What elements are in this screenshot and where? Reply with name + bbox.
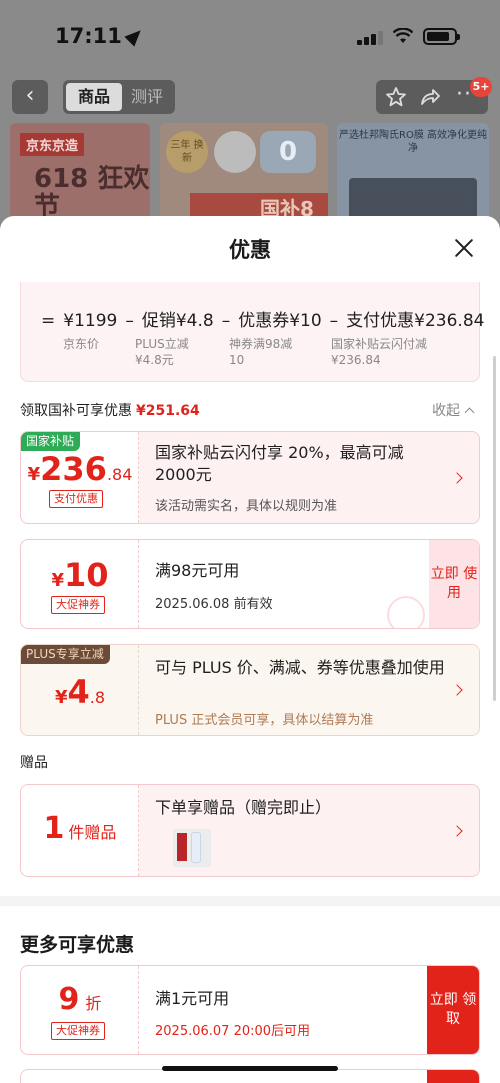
banner-tag: 京东京造 — [20, 133, 85, 156]
pay-label: 国家补贴云闪付减 ¥236.84 — [331, 337, 428, 367]
gift-detail: 下单享赠品（赠完即止） — [139, 785, 479, 876]
subsidy-tag: 国家补贴 — [21, 432, 81, 451]
subsidy-note: 该活动需实名，具体以规则为准 — [155, 499, 338, 514]
price-label: 京东价 — [63, 337, 100, 351]
plus-title: 可与 PLUS 价、满减、券等优惠叠加使用 — [155, 658, 445, 677]
discount-title: 满1元可用 — [155, 989, 230, 1008]
collapse-toggle[interactable]: 收起 — [432, 400, 475, 420]
badge-zero: 0 — [260, 131, 316, 173]
subsidy-amount: ¥236.84 — [27, 450, 133, 488]
claim-coupon-button[interactable]: 立即 领取 — [427, 966, 479, 1054]
section-divider — [0, 896, 500, 906]
tab-review[interactable]: 测评 — [122, 83, 172, 111]
discount-detail: 满1元可用 2025.06.07 20:00后可用 立即 领取 — [139, 966, 479, 1054]
chevron-right-icon — [451, 684, 463, 696]
plus-card[interactable]: ¥4.8 可与 PLUS 价、满减、券等优惠叠加使用 PLUS 正式会员可享，具… — [20, 644, 480, 736]
discount-time: 2025.06.07 20:00后可用 — [155, 1024, 311, 1039]
plus-detail: 可与 PLUS 价、满减、券等优惠叠加使用 PLUS 正式会员可享，具体以结算为… — [139, 645, 479, 735]
coupon-label: 大促神券 — [51, 596, 105, 614]
discount-label: 大促神券 — [51, 1022, 105, 1040]
received-stamp — [387, 596, 425, 628]
gift-count: 1 件赠品 — [43, 811, 117, 846]
discount-coupon-card[interactable]: 9折 大促神券 满1元可用 2025.06.07 20:00后可用 立即 领取 — [20, 965, 480, 1055]
plus-tag: PLUS专享立减 — [21, 645, 110, 664]
discount-amount: 9折 — [58, 982, 102, 1017]
use-coupon-button[interactable]: 立即 使用 — [429, 540, 479, 628]
subsidy-card[interactable]: ¥236.84 支付优惠 国家补贴云闪付享 20%，最高可减 2000元 该活动… — [20, 431, 480, 524]
discount-panel: 9折 大促神券 — [21, 966, 139, 1054]
banner-caption: 严选杜邦陶氏RO膜 高效净化更纯净 — [339, 130, 487, 154]
clock: 17:11 — [55, 24, 146, 48]
tab-product[interactable]: 商品 — [66, 83, 122, 111]
coupon-amount-panel: ¥10 大促神券 — [21, 540, 139, 628]
coupon-label: 神券满98减 10 — [229, 337, 293, 367]
gift-header: 赠品 — [20, 755, 48, 771]
home-indicator — [162, 1066, 338, 1071]
subsidy-title: 国家补贴云闪付享 20%，最高可减 2000元 — [155, 443, 404, 484]
sheet-title: 优惠 — [229, 238, 271, 262]
price-formula: = ¥1199– 促销¥4.8– 优惠券¥10– 支付优惠¥236.84 — [41, 311, 485, 331]
notification-badge: 5+ — [470, 77, 492, 97]
scrollbar[interactable] — [493, 356, 496, 701]
more-offers-title: 更多可享优惠 — [20, 934, 135, 956]
segment-tabs: 商品 测评 — [63, 80, 175, 114]
wifi-icon — [393, 28, 413, 43]
coupon-title: 满98元可用 — [155, 561, 240, 580]
badge-warranty: 三年 换新 — [166, 131, 208, 173]
close-icon[interactable] — [454, 238, 474, 258]
coupon-expiry: 2025.06.08 前有效 — [155, 597, 273, 612]
plus-amount: ¥4.8 — [54, 673, 106, 711]
chevron-up-icon — [464, 407, 475, 418]
back-button[interactable]: ‹ — [12, 80, 48, 114]
subsidy-detail: 国家补贴云闪付享 20%，最高可减 2000元 该活动需实名，具体以规则为准 — [139, 432, 479, 523]
location-icon — [124, 25, 146, 47]
price-breakdown: = ¥1199– 促销¥4.8– 优惠券¥10– 支付优惠¥236.84 京东价 PLU… — [20, 282, 484, 382]
coupon-detail: 满98元可用 2025.06.08 前有效 立即 使用 — [139, 540, 479, 628]
promo-label: PLUS立减 ¥4.8元 — [135, 337, 189, 367]
plus-note: PLUS 正式会员可享，具体以结算为准 — [155, 713, 374, 728]
gift-product-image — [173, 829, 211, 867]
battery-icon — [423, 28, 460, 45]
next-coupon-card[interactable] — [20, 1069, 480, 1083]
offers-sheet: 优惠 = ¥1199– 促销¥4.8– 优惠券¥10– 支付优惠¥236.84 京东价 … — [0, 216, 500, 1083]
next-claim-button[interactable] — [427, 1070, 479, 1083]
status-bar: 17:11 — [0, 0, 500, 70]
badge-round — [214, 131, 256, 173]
star-icon[interactable] — [384, 85, 408, 109]
signal-icon — [357, 30, 383, 45]
banner-text: 618 狂欢节 — [34, 164, 150, 222]
gift-count-panel: 1 件赠品 — [21, 785, 139, 876]
subsidy-label: 支付优惠 — [49, 490, 103, 508]
chevron-right-icon — [451, 824, 463, 837]
chevron-right-icon — [451, 471, 463, 484]
gift-card[interactable]: 1 件赠品 下单享赠品（赠完即止） — [20, 784, 480, 877]
subsidy-header: 领取国补可享优惠 ¥251.64 — [20, 403, 200, 419]
gift-title: 下单享赠品（赠完即止） — [155, 798, 332, 817]
coupon-amount: ¥10 — [51, 556, 109, 594]
share-icon[interactable] — [418, 85, 442, 109]
coupon-card[interactable]: ¥10 大促神券 满98元可用 2025.06.08 前有效 立即 使用 — [20, 539, 480, 629]
